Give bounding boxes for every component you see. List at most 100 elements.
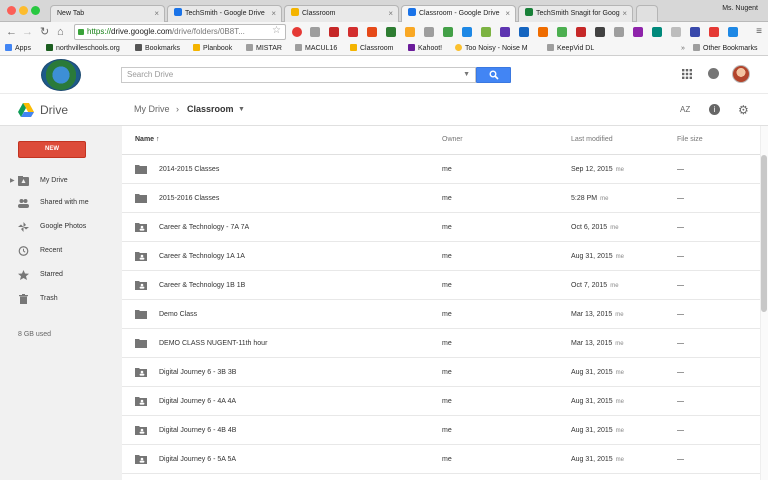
extension-icon[interactable] <box>405 27 415 37</box>
extension-icon[interactable] <box>614 27 624 37</box>
browser-tab[interactable]: New Tab × <box>50 5 165 22</box>
browser-tab-active[interactable]: Classroom - Google Drive × <box>401 5 516 22</box>
new-tab-button[interactable] <box>636 5 658 22</box>
file-row[interactable]: Digital Journey 6 - 3B 3B me Aug 31, 2015 m… <box>122 358 760 387</box>
bookmark-item[interactable]: Too Noisy - Noise M <box>455 42 528 55</box>
extension-icon[interactable] <box>633 27 643 37</box>
close-tab-icon[interactable]: × <box>271 6 276 22</box>
address-bar[interactable]: https://drive.google.com/drive/folders/0… <box>74 24 286 40</box>
breadcrumb-my-drive[interactable]: My Drive <box>134 104 170 115</box>
bookmark-star-icon[interactable]: ☆ <box>272 25 281 37</box>
file-row[interactable]: Digital Journey 6 - 5A 5A me Aug 31, 2015 m… <box>122 445 760 474</box>
school-logo[interactable] <box>41 59 81 91</box>
extension-icon[interactable] <box>595 27 605 37</box>
zoom-window-button[interactable] <box>31 6 40 15</box>
browser-tab[interactable]: Classroom × <box>284 5 399 22</box>
bookmark-item[interactable]: MISTAR <box>246 42 282 55</box>
bookmark-item[interactable]: Kahoot! <box>408 42 442 55</box>
scrollbar-thumb[interactable] <box>761 155 767 312</box>
folder-menu-caret-icon[interactable]: ▼ <box>238 104 245 115</box>
extension-icon[interactable] <box>443 27 453 37</box>
extension-icon[interactable] <box>462 27 472 37</box>
reload-icon[interactable]: ↻ <box>40 25 49 39</box>
file-row[interactable]: Digital Journey 6 - 4A 4A me Aug 31, 2015 m… <box>122 387 760 416</box>
extension-icon[interactable] <box>671 27 681 37</box>
extension-icon[interactable] <box>367 27 377 37</box>
search-options-dropdown-icon[interactable]: ▼ <box>463 68 470 82</box>
sidebar-item-my-drive[interactable]: ▶ My Drive <box>0 172 122 190</box>
sidebar-item-shared-with-me[interactable]: Shared with me <box>0 194 122 212</box>
info-icon[interactable]: i <box>709 104 720 115</box>
new-button[interactable]: NEW <box>18 141 86 158</box>
file-row[interactable]: Career & Technology 1B 1B me Oct 7, 2015 me… <box>122 271 760 300</box>
extension-icon[interactable] <box>292 27 302 37</box>
search-input[interactable]: Search Drive ▼ <box>121 67 476 83</box>
extension-icon[interactable] <box>310 27 320 37</box>
browser-menu-icon[interactable]: ≡ <box>756 26 762 38</box>
sidebar-item-starred[interactable]: Starred <box>0 266 122 284</box>
browser-profile-name[interactable]: Ms. Nugent <box>722 5 758 12</box>
close-tab-icon[interactable]: × <box>388 6 393 22</box>
bookmark-item[interactable]: Other Bookmarks <box>693 42 757 55</box>
file-row[interactable]: 2014-2015 Classes me Sep 12, 2015 me — <box>122 155 760 184</box>
minimize-window-button[interactable] <box>19 6 28 15</box>
bookmark-item[interactable]: Apps <box>5 42 31 55</box>
extension-icon[interactable] <box>500 27 510 37</box>
bookmark-item[interactable]: MACUL16 <box>295 42 337 55</box>
extension-icon[interactable] <box>519 27 529 37</box>
google-apps-grid-icon[interactable] <box>682 69 692 79</box>
column-header-last-modified[interactable]: Last modified <box>571 134 613 146</box>
expand-triangle-icon[interactable]: ▶ <box>10 172 15 190</box>
forward-arrow-icon[interactable]: → <box>22 25 33 39</box>
drive-app-title[interactable]: Drive <box>40 103 68 117</box>
bookmark-item[interactable]: Classroom <box>350 42 393 55</box>
file-row[interactable]: DEMO CLASS NUGENT-11th hour me Mar 13, 201… <box>122 329 760 358</box>
extension-icon[interactable] <box>329 27 339 37</box>
sidebar-item-recent[interactable]: Recent <box>0 242 122 260</box>
bookmark-item[interactable]: Bookmarks <box>135 42 180 55</box>
search-button[interactable] <box>476 67 511 83</box>
browser-tab[interactable]: TechSmith Snagit for Goog × <box>518 5 633 22</box>
close-tab-icon[interactable]: × <box>154 6 159 22</box>
file-row[interactable]: Career & Technology - 7A 7A me Oct 6, 2015… <box>122 213 760 242</box>
home-icon[interactable]: ⌂ <box>57 25 64 39</box>
notifications-bell-icon[interactable] <box>708 68 719 79</box>
extension-icon[interactable] <box>424 27 434 37</box>
sidebar-item-google-photos[interactable]: Google Photos <box>0 218 122 236</box>
file-size: — <box>677 369 684 376</box>
storage-usage[interactable]: 8 GB used <box>18 331 51 338</box>
settings-gear-icon[interactable]: ⚙ <box>738 104 749 116</box>
more-bookmarks-chevron-icon[interactable]: » <box>681 42 685 55</box>
extension-icon[interactable] <box>348 27 358 37</box>
sort-ascending-arrow-icon[interactable]: ↑ <box>156 136 160 143</box>
extension-icon[interactable] <box>709 27 719 37</box>
close-tab-icon[interactable]: × <box>505 6 510 22</box>
close-window-button[interactable] <box>7 6 16 15</box>
column-header-owner[interactable]: Owner <box>442 134 463 146</box>
sort-az-icon[interactable]: AZ <box>680 104 690 116</box>
breadcrumb-current-folder[interactable]: Classroom <box>187 104 234 115</box>
file-row[interactable]: Digital Journey 6 - 4B 4B me Aug 31, 2015 m… <box>122 416 760 445</box>
account-avatar[interactable] <box>732 65 750 83</box>
column-header-name[interactable]: Name ↑ <box>135 134 160 146</box>
bookmark-item[interactable]: Planbook <box>193 42 232 55</box>
extension-icon[interactable] <box>481 27 491 37</box>
close-tab-icon[interactable]: × <box>622 6 627 22</box>
extension-icon[interactable] <box>690 27 700 37</box>
extension-icon[interactable] <box>538 27 548 37</box>
file-row[interactable]: Demo Class me Mar 13, 2015 me — <box>122 300 760 329</box>
back-arrow-icon[interactable]: ← <box>6 25 17 39</box>
browser-tab[interactable]: TechSmith - Google Drive × <box>167 5 282 22</box>
extension-icon[interactable] <box>557 27 567 37</box>
extension-icon[interactable] <box>652 27 662 37</box>
extension-icon[interactable] <box>576 27 586 37</box>
file-row[interactable]: Career & Technology 1A 1A me Aug 31, 2015 m… <box>122 242 760 271</box>
file-row[interactable]: 2015-2016 Classes me 5:28 PM me — <box>122 184 760 213</box>
column-header-file-size[interactable]: File size <box>677 134 703 146</box>
google-drive-logo-icon[interactable] <box>18 103 34 117</box>
bookmark-item[interactable]: northvilleschools.org <box>46 42 120 55</box>
bookmark-item[interactable]: KeepVid DL <box>547 42 594 55</box>
extension-icon[interactable] <box>386 27 396 37</box>
sidebar-item-trash[interactable]: Trash <box>0 290 122 308</box>
extension-icon[interactable] <box>728 27 738 37</box>
